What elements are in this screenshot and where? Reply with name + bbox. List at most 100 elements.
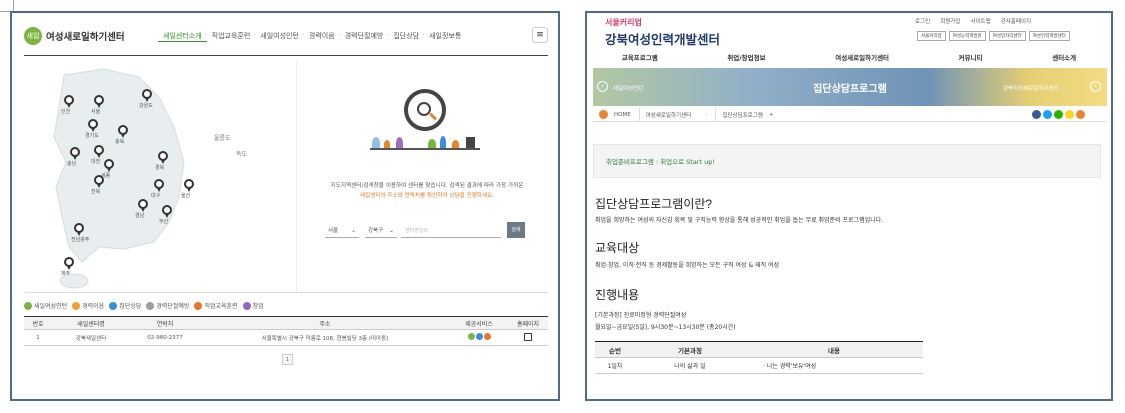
breadcrumb-home[interactable]: HOME [614, 112, 631, 118]
map-pin-icon[interactable] [104, 159, 114, 172]
map-pin-icon[interactable] [158, 151, 168, 164]
map-pin-icon[interactable] [64, 95, 74, 108]
map-pin-icon[interactable] [94, 145, 104, 158]
nav-item[interactable]: 새일여성인턴 [253, 31, 304, 42]
section-title: 교육대상 [595, 241, 640, 255]
hamburger-menu-icon[interactable]: ≡ [532, 27, 548, 43]
map-region-label: 제주 [61, 271, 71, 277]
header-divider [24, 55, 548, 56]
breadcrumb-current[interactable]: 집단상담프로그램 [722, 111, 762, 119]
map-pin-icon[interactable] [94, 95, 104, 108]
nav-item[interactable]: 취업/창업정보 [727, 51, 765, 65]
map-region-label: 부산 [159, 219, 169, 225]
banner-next-icon[interactable]: › [1090, 81, 1101, 92]
legend-item: 집단상담 [109, 301, 141, 310]
center-name-input[interactable]: 센터명입력 [401, 224, 501, 238]
login-link[interactable]: 로그인 [915, 17, 930, 25]
map-pin-icon[interactable] [154, 179, 164, 192]
map-region-label: 울산 [181, 193, 191, 199]
nav-item[interactable]: 집단상담 [386, 31, 424, 42]
cell-course: 나의 삶과 일 [635, 357, 745, 374]
breadcrumb: HOME 여성새로일하기센터 › 집단상담프로그램 + [593, 107, 1107, 122]
map-pin-icon[interactable] [184, 179, 194, 192]
korea-map[interactable]: 인천 서울 강원도 경기도 충북 충남 대전 세종 경북 전북 대구 울산 경남 부산 전남광주 제주 울릉도… [24, 61, 292, 293]
legend-divider [24, 292, 548, 293]
site-logo[interactable]: 새일 여성새로일하기센터 [24, 27, 125, 45]
column-header: 번호 [24, 316, 52, 330]
pagination-page[interactable]: 1 [282, 354, 293, 365]
search-button[interactable]: 검색 [507, 222, 525, 238]
nav-item[interactable]: 새일정보통 [422, 31, 466, 42]
table-header-row: 순번 기본과정 내용 [595, 341, 923, 358]
main-nav: 새일센터소개 직업교육훈련 새일여성인턴 경력이음 경력단절예방 집단상담 새일… [158, 31, 466, 42]
nav-item[interactable]: 커뮤니티 [959, 51, 983, 65]
section-text: [기본과정] 진로미정형 경력단절여성 [595, 312, 687, 319]
quick-link[interactable]: 서울커리업 [917, 31, 946, 41]
cell-content: · 나는 경력'보유'여성 [745, 357, 923, 374]
map-pin-icon[interactable] [64, 257, 74, 270]
legend-item: 경력단절예방 [146, 301, 189, 310]
map-region-label: 인천 [61, 109, 71, 115]
nav-item[interactable]: 경력단절예방 [338, 31, 389, 42]
map-region-label: 강원도 [139, 103, 153, 109]
service-legend: 새일여성인턴 경력이음 집단상담 경력단절예방 직업교육훈련 창업 [24, 301, 264, 310]
kakao-icon[interactable] [1065, 110, 1074, 119]
map-pin-icon[interactable] [70, 147, 80, 160]
map-pin-icon[interactable] [118, 125, 128, 138]
legend-dot-icon [24, 301, 32, 310]
map-pin-icon[interactable] [162, 205, 172, 218]
quick-links: 서울커리업 여성능력개발원 여성일자리센터 여성인력개발센터 [917, 31, 1070, 41]
signup-link[interactable]: 회원가입 [940, 17, 960, 25]
quick-link[interactable]: 여성능력개발원 [948, 31, 986, 41]
nav-item[interactable]: 여성새로일하기센터 [835, 51, 889, 65]
service-dot-icon [475, 333, 483, 340]
column-header: 연락처 [130, 316, 200, 330]
facebook-icon[interactable] [1032, 110, 1041, 119]
logo-small: 서울커리업 [605, 18, 642, 27]
section-text: 취업·창업, 이직·전직 등 경제활동을 희망하는 모든 구직 여성 & 재직 … [595, 262, 780, 269]
city-select[interactable]: 서울 ⌄ [325, 224, 359, 238]
district-select[interactable]: 강북구 ⌄ [365, 224, 397, 238]
map-region-label: 충북 [115, 139, 125, 145]
band-icon[interactable] [1054, 110, 1063, 119]
table-row[interactable]: 1 강북새일센터 02-980-2377 서울특별시 강북구 덕릉로 108, … [24, 329, 548, 346]
section-title: 진행내용 [595, 288, 640, 302]
right-screenshot: 서울커리업 강북여성인력개발센터 로그인 회원가입 사이트맵 강사홈페이지 서울… [585, 11, 1113, 401]
main-nav: 교육프로그램 취업/창업정보 여성새로일하기센터 커뮤니티 센터소개 [587, 51, 1111, 65]
map-pin-icon[interactable] [94, 175, 104, 188]
city-select-value: 서울 [328, 228, 339, 234]
map-pin-icon[interactable] [138, 199, 148, 212]
map-region-label: 전북 [91, 189, 101, 195]
nav-item[interactable]: 센터소개 [1052, 51, 1076, 65]
page-banner: ‹ 새일여성인턴 집단상담프로그램 강북여성새로일하기센터 › [593, 68, 1107, 106]
notice-box: 취업준비프로그램 : 취업으로 Start up! [593, 144, 1101, 178]
home-icon[interactable] [599, 110, 608, 119]
map-pin-icon[interactable] [142, 89, 152, 102]
left-header: 새일 여성새로일하기센터 새일센터소개 직업교육훈련 새일여성인턴 경력이음 경… [12, 13, 558, 55]
nav-item[interactable]: 새일센터소개 [158, 31, 207, 42]
cell-homepage [508, 329, 548, 346]
instructor-link[interactable]: 강사홈페이지 [1001, 17, 1031, 25]
map-pin-icon[interactable] [88, 119, 98, 132]
cell-phone: 02-980-2377 [130, 329, 200, 346]
breadcrumb-item[interactable]: 여성새로일하기센터 [646, 111, 692, 119]
nav-item[interactable]: 교육프로그램 [622, 51, 658, 65]
center-search-panel: 지도지역센터/검색창을 이용하여 센터를 찾습니다. 검색된 결과에 따라 가장… [296, 61, 556, 293]
nav-item[interactable]: 경력이음 [302, 31, 340, 42]
site-title[interactable]: 강북여성인력개발센터 [605, 29, 720, 48]
legend-dot-icon [194, 301, 203, 310]
nav-item[interactable]: 직업교육훈련 [205, 31, 256, 42]
cell-name: 강북새일센터 [52, 329, 130, 346]
sitemap-link[interactable]: 사이트맵 [970, 17, 990, 25]
quick-link[interactable]: 여성일자리센터 [988, 31, 1026, 41]
map-region-label: 대전 [91, 159, 101, 165]
ground-line [370, 148, 480, 150]
twitter-icon[interactable] [1043, 110, 1052, 119]
section-title: 집단상담프로그램이란? [595, 197, 713, 211]
breadcrumb-plus-icon[interactable]: + [769, 112, 774, 118]
cell-services [450, 329, 508, 346]
map-pin-icon[interactable] [74, 223, 84, 236]
print-icon[interactable] [1076, 110, 1085, 119]
quick-link[interactable]: 여성인력개발센터 [1028, 31, 1070, 41]
homepage-link-icon[interactable] [524, 332, 532, 341]
